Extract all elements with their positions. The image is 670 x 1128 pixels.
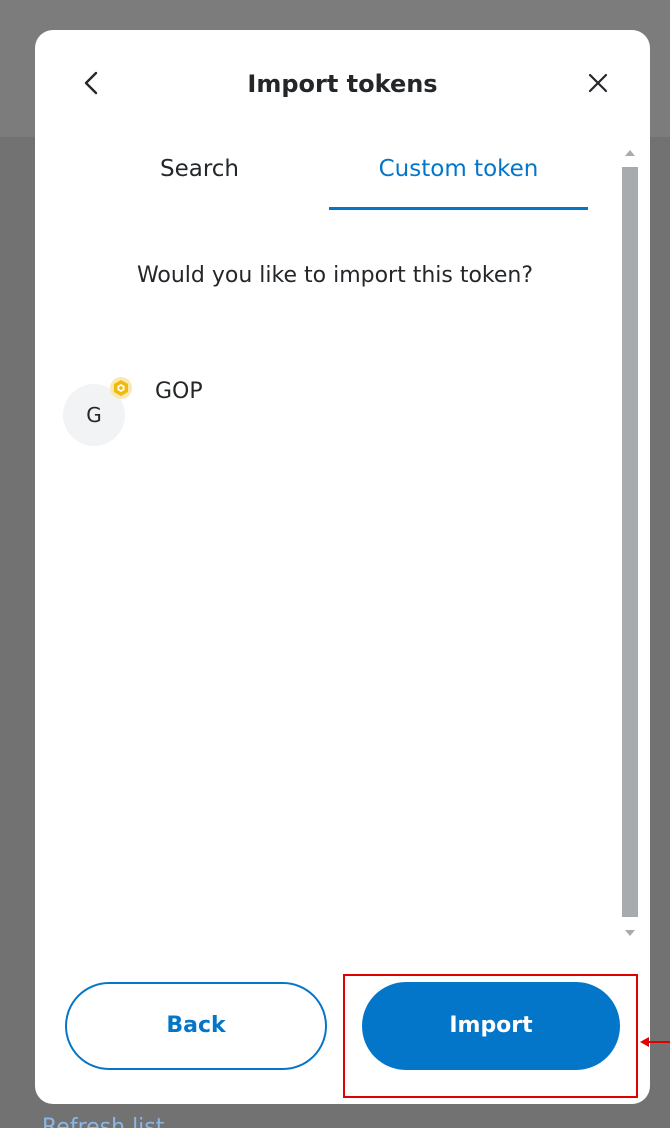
import-tokens-modal: Import tokens Search Custom token Would …	[35, 30, 650, 1104]
tab-bar: Search Custom token	[70, 140, 588, 212]
annotation-highlight-box	[343, 974, 638, 1098]
modal-content: Would you like to import this token? G G…	[35, 212, 650, 942]
scroll-up-arrow-icon[interactable]	[620, 143, 640, 163]
bnb-chain-icon	[110, 377, 132, 399]
token-list-item: G GOP	[63, 370, 583, 446]
token-symbol: GOP	[155, 379, 203, 404]
import-prompt: Would you like to import this token?	[136, 263, 534, 288]
scrollbar-thumb[interactable]	[622, 167, 638, 917]
scrollbar[interactable]	[620, 143, 640, 943]
modal-header: Import tokens	[35, 30, 650, 140]
close-icon[interactable]	[583, 68, 613, 98]
back-button[interactable]: Back	[65, 982, 327, 1070]
tab-custom-token[interactable]: Custom token	[329, 140, 588, 212]
active-tab-indicator	[329, 207, 588, 210]
tab-search[interactable]: Search	[70, 140, 329, 212]
background-refresh-link: Refresh list	[42, 1115, 165, 1128]
annotation-arrow-icon	[640, 1037, 670, 1047]
modal-title: Import tokens	[247, 70, 438, 98]
scroll-down-arrow-icon[interactable]	[620, 923, 640, 943]
